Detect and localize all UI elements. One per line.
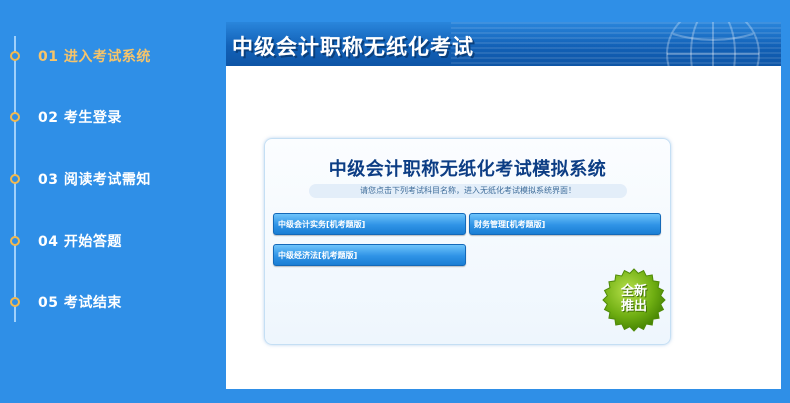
step-label: 04 开始答题 bbox=[38, 234, 122, 250]
step-start-answer[interactable]: 04 开始答题 bbox=[10, 230, 122, 252]
badge-line-1: 全新 bbox=[620, 284, 647, 299]
window-title: 中级会计职称无纸化考试 bbox=[232, 35, 474, 59]
step-dot-icon bbox=[10, 297, 20, 307]
step-exam-end[interactable]: 05 考试结束 bbox=[10, 291, 122, 313]
step-label: 03 阅读考试需知 bbox=[38, 172, 151, 188]
step-dot-icon bbox=[10, 112, 20, 122]
step-dot-icon bbox=[10, 174, 20, 184]
card-instruction: 请您点击下列考试科目名称，进入无纸化考试模拟系统界面！ bbox=[309, 184, 627, 198]
step-label: 02 考生登录 bbox=[38, 110, 122, 126]
window-header: 中级会计职称无纸化考试 bbox=[226, 22, 781, 66]
step-dot-icon bbox=[10, 236, 20, 246]
step-login[interactable]: 02 考生登录 bbox=[10, 106, 122, 128]
subject-button-economic-law[interactable]: 中级经济法[机考题版] bbox=[273, 244, 466, 266]
step-label: 05 考试结束 bbox=[38, 295, 122, 311]
card-title: 中级会计职称无纸化考试模拟系统 bbox=[328, 159, 607, 180]
badge-line-2: 推出 bbox=[620, 299, 647, 314]
step-label: 01 进入考试系统 bbox=[38, 49, 151, 65]
globe-icon bbox=[666, 22, 760, 66]
step-read-notice[interactable]: 03 阅读考试需知 bbox=[10, 168, 151, 190]
subject-button-accounting-practice[interactable]: 中级会计实务[机考题版] bbox=[273, 213, 466, 235]
new-badge-text: 全新 推出 bbox=[602, 284, 666, 314]
step-enter-system[interactable]: 01 进入考试系统 bbox=[10, 45, 151, 67]
step-dot-icon bbox=[10, 51, 20, 61]
subject-button-financial-management[interactable]: 财务管理[机考题版] bbox=[469, 213, 661, 235]
